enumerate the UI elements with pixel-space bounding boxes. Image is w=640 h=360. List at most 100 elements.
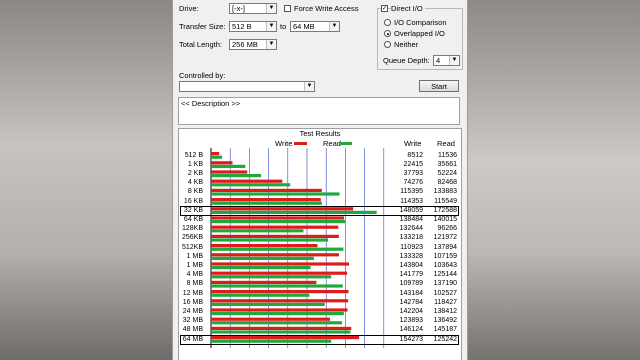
write-value: 114353 (400, 197, 423, 205)
write-bar (211, 225, 339, 229)
row-label: 128KB (181, 225, 203, 233)
to-label: to (280, 22, 287, 31)
transfer-to-value: 64 MB (293, 22, 315, 31)
chevron-down-icon: ▼ (304, 82, 314, 91)
direct-io-checkbox[interactable]: ✓ (381, 5, 388, 12)
transfer-from-select[interactable]: 512 B ▼ (229, 21, 277, 32)
write-bar (211, 253, 339, 257)
overlapped-io-radio[interactable] (384, 30, 391, 37)
read-value: 118427 (434, 298, 457, 306)
read-column-header: Read (437, 139, 455, 148)
read-bar (211, 312, 344, 316)
read-bar (211, 238, 329, 242)
transfer-from-value: 512 B (232, 22, 252, 31)
direct-io-label: Direct I/O (391, 4, 425, 13)
write-bar (211, 326, 352, 330)
drive-select[interactable]: [-x-] ▼ (229, 3, 277, 14)
force-write-label: Force Write Access (294, 4, 359, 13)
write-value: 142784 (399, 298, 423, 306)
row-label: 2 KB (187, 169, 203, 177)
read-bar (211, 155, 223, 159)
benchmark-window: Drive: [-x-] ▼ Force Write Access Transf… (172, 0, 468, 360)
highlight-box (180, 334, 459, 345)
write-value: 132644 (399, 225, 423, 233)
row-label: 512 B (184, 151, 203, 159)
row-label: 1 MB (186, 261, 203, 269)
read-bar (211, 293, 310, 297)
chevron-down-icon: ▼ (266, 22, 276, 31)
write-value: 146124 (399, 326, 423, 334)
write-bar (211, 317, 330, 321)
read-value: 82468 (437, 179, 457, 187)
chevron-down-icon: ▼ (266, 4, 276, 13)
write-value: 123893 (399, 317, 423, 325)
read-value: 52224 (437, 169, 457, 177)
write-bar (211, 262, 350, 266)
read-bar (211, 164, 246, 168)
write-value: 142204 (399, 307, 423, 315)
chevron-down-icon: ▼ (266, 40, 276, 49)
bar-chart: 020406080100120140160180200Transfer Rate… (210, 148, 385, 348)
read-bar (211, 275, 332, 279)
legend-write-swatch (294, 142, 307, 145)
queue-depth-select[interactable]: 4 ▼ (433, 55, 460, 66)
read-value: 35661 (437, 160, 457, 168)
total-length-select[interactable]: 256 MB ▼ (229, 39, 277, 50)
start-button[interactable]: Start (419, 80, 459, 92)
drive-label: Drive: (179, 4, 199, 13)
write-bar (211, 216, 344, 220)
read-bar (211, 302, 325, 306)
row-label: 8 KB (187, 188, 203, 196)
read-value: 115549 (434, 197, 457, 205)
highlight-box (180, 205, 459, 216)
write-bar (211, 170, 248, 174)
write-bar (211, 244, 318, 248)
write-bar (211, 152, 220, 156)
total-length-label: Total Length: (179, 40, 222, 49)
write-bar (211, 161, 233, 165)
io-comparison-radio[interactable] (384, 19, 391, 26)
read-value: 136492 (433, 317, 457, 325)
overlapped-io-label: Overlapped I/O (394, 29, 445, 38)
row-label: 4 MB (186, 271, 203, 279)
chevron-down-icon: ▼ (449, 56, 459, 65)
write-bar (211, 280, 317, 284)
row-label: 16 MB (182, 298, 203, 306)
legend-read-swatch (339, 142, 352, 145)
write-value: 143184 (399, 289, 423, 297)
blurred-background-right (466, 0, 640, 360)
write-bar (211, 198, 321, 202)
read-value: 140015 (433, 215, 457, 223)
force-write-checkbox[interactable] (284, 5, 291, 12)
read-value: 133883 (433, 188, 457, 196)
write-value: 109789 (399, 280, 423, 288)
write-bar (211, 290, 349, 294)
neither-radio[interactable] (384, 41, 391, 48)
read-value: 137894 (433, 243, 457, 251)
transfer-size-label: Transfer Size: (179, 22, 226, 31)
transfer-to-select[interactable]: 64 MB ▼ (290, 21, 340, 32)
write-value: 133218 (399, 234, 423, 242)
row-label: 32 MB (182, 317, 203, 325)
read-value: 125144 (433, 271, 457, 279)
write-value: 8512 (407, 151, 423, 159)
read-bar (211, 220, 346, 224)
read-bar (211, 229, 304, 233)
chevron-down-icon: ▼ (329, 22, 339, 31)
read-bar (211, 201, 322, 205)
read-value: 145187 (433, 326, 457, 334)
controlled-by-select[interactable]: ▼ (179, 81, 315, 92)
write-bar (211, 234, 339, 238)
controlled-by-label: Controlled by: (179, 71, 226, 80)
description-box[interactable]: << Description >> (178, 97, 460, 125)
read-value: 107159 (433, 252, 457, 260)
read-bar (211, 247, 344, 251)
read-value: 102527 (433, 289, 457, 297)
description-text: << Description >> (181, 99, 241, 108)
row-label: 512KB (181, 243, 203, 251)
row-label: 16 KB (183, 197, 203, 205)
row-label: 1 MB (186, 252, 203, 260)
read-bar (211, 284, 343, 288)
read-bar (211, 266, 311, 270)
blurred-background-left (0, 0, 172, 360)
